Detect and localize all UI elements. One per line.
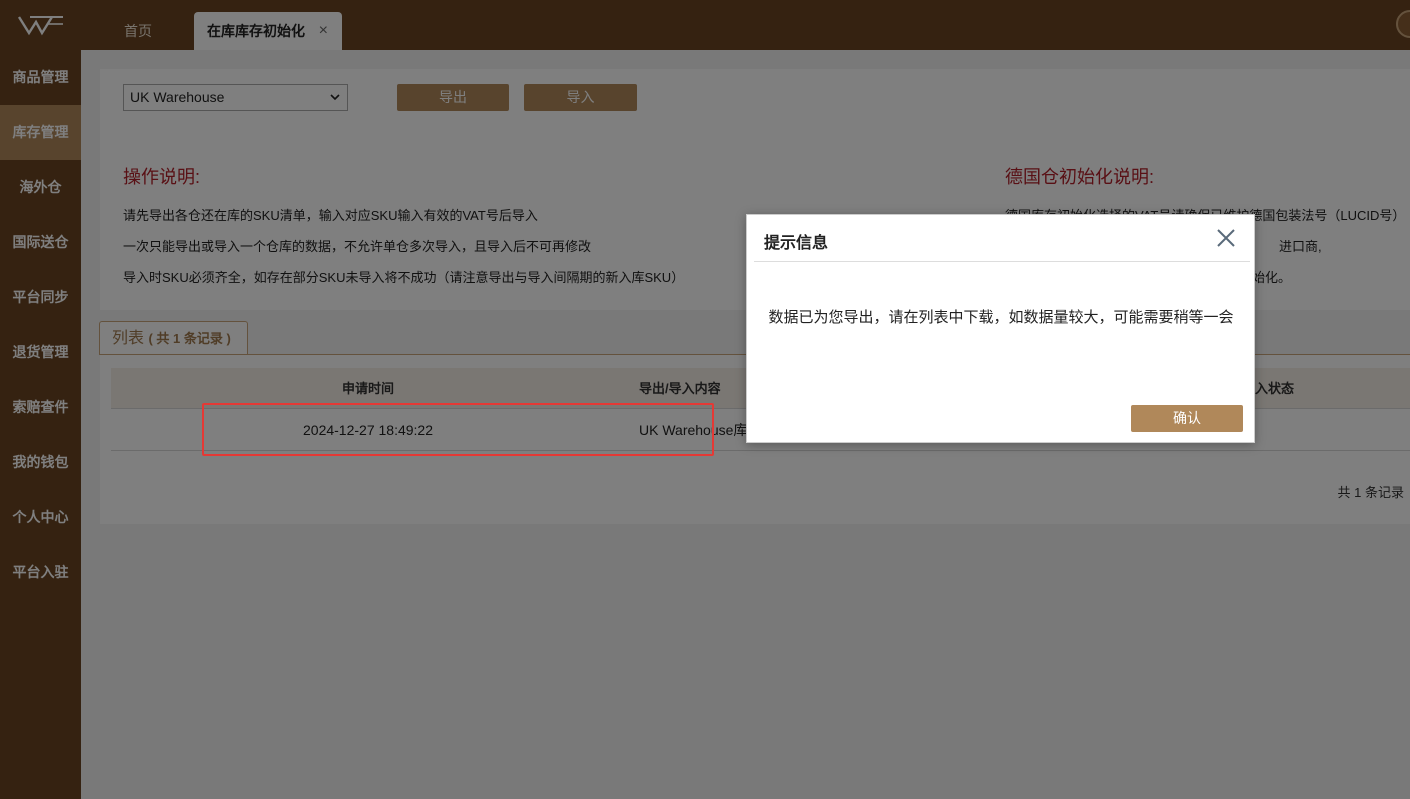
dialog-title: 提示信息 bbox=[764, 235, 829, 252]
info-dialog: 提示信息 数据已为您导出，请在列表中下载，如数据量较大，可能需要稍等一会 确认 bbox=[746, 214, 1255, 443]
highlight-box bbox=[202, 403, 714, 456]
dialog-message: 数据已为您导出，请在列表中下载，如数据量较大，可能需要稍等一会 bbox=[768, 309, 1234, 326]
dialog-divider bbox=[754, 261, 1250, 262]
confirm-button[interactable]: 确认 bbox=[1131, 405, 1243, 432]
close-icon[interactable] bbox=[1216, 223, 1236, 259]
